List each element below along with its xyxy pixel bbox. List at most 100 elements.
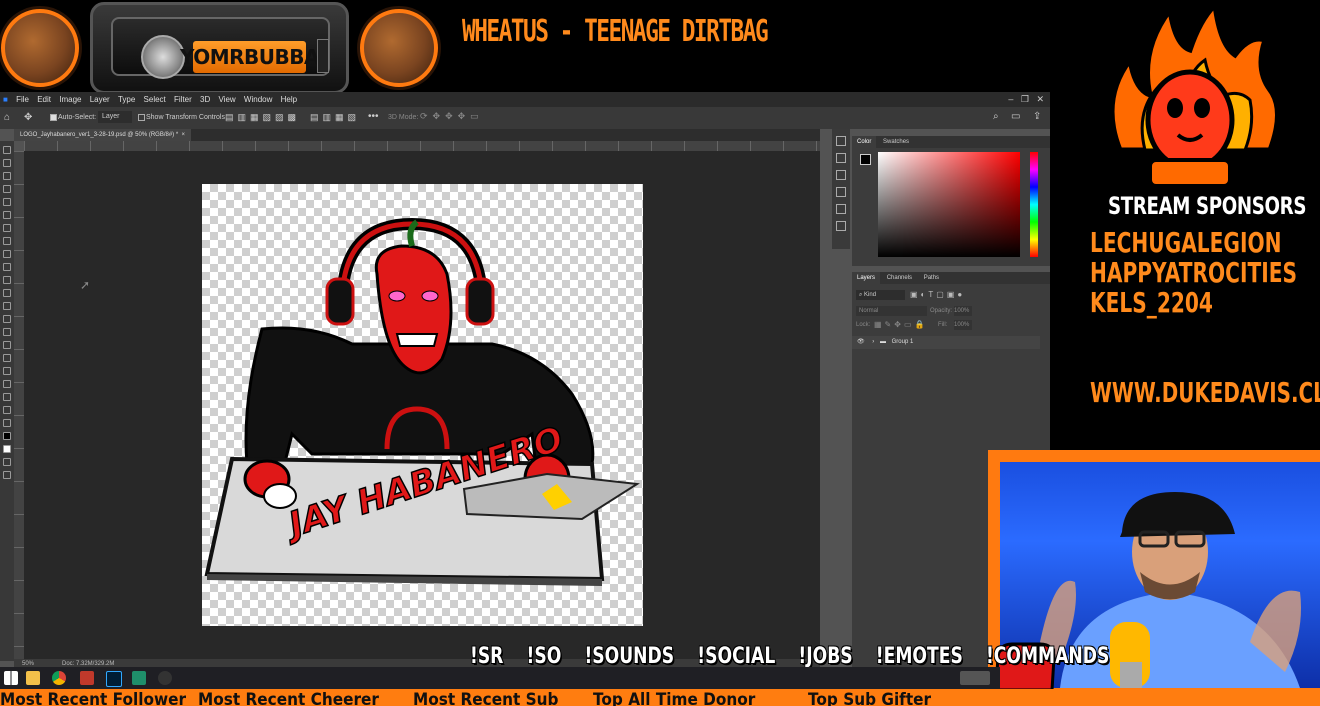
rectangle-tool-icon[interactable]: [3, 380, 11, 388]
dodge-tool-icon[interactable]: [3, 328, 11, 336]
layer-filter-icons[interactable]: ▣◐T▢▣●: [910, 290, 965, 299]
menu-image[interactable]: Image: [56, 92, 84, 107]
foreground-color-swatch[interactable]: [3, 432, 11, 440]
fill-field[interactable]: 100%: [954, 320, 972, 330]
align-icons[interactable]: ▤▥▦▧▨▩: [225, 112, 300, 123]
share-icon[interactable]: ⇪: [1033, 111, 1041, 122]
layer-filter-dropdown[interactable]: ⌕ Kind: [856, 290, 905, 300]
app-icon[interactable]: [80, 671, 94, 685]
pepper-mascot-logo: [1109, 0, 1280, 188]
close-tab-icon[interactable]: ×: [180, 132, 186, 138]
tab-channels[interactable]: Channels: [882, 272, 917, 284]
paragraph-panel-icon[interactable]: [836, 221, 846, 231]
collapsed-panels: [832, 129, 850, 249]
hue-slider[interactable]: [1030, 152, 1038, 257]
home-icon[interactable]: ⌂: [4, 112, 10, 123]
windows-start-icon[interactable]: [4, 671, 18, 685]
menu-file[interactable]: File: [13, 92, 32, 107]
menu-3d[interactable]: 3D: [197, 92, 213, 107]
actions-panel-icon[interactable]: [836, 153, 846, 163]
tab-layers[interactable]: Layers: [852, 272, 881, 284]
move-tool-icon[interactable]: ✥: [24, 112, 32, 123]
app-icon[interactable]: [132, 671, 146, 685]
stamp-tool-icon[interactable]: [3, 263, 11, 271]
ps-logo-icon: ■: [3, 95, 8, 104]
fill-label: Fill:: [938, 322, 948, 328]
brush-tool-icon[interactable]: [3, 250, 11, 258]
distribute-icons[interactable]: ▤▥▦▧: [310, 112, 360, 123]
tab-swatches[interactable]: Swatches: [878, 136, 914, 148]
eraser-tool-icon[interactable]: [3, 289, 11, 297]
gradient-tool-icon[interactable]: [3, 302, 11, 310]
eye-icon[interactable]: 👁: [857, 339, 865, 345]
history-brush-tool-icon[interactable]: [3, 276, 11, 284]
blend-mode-dropdown[interactable]: Normal: [856, 306, 927, 316]
bottom-ticker: Most Recent Follower Most Recent Cheerer…: [0, 689, 1320, 706]
foreground-swatch[interactable]: [860, 154, 871, 165]
ticker-top-sub-gifter: Top Sub Gifter: [808, 690, 932, 706]
3d-mode-icons[interactable]: ⟳✥✥✥▭: [420, 111, 484, 122]
minimize-icon[interactable]: –: [1008, 94, 1013, 104]
brush-panel-icon[interactable]: [836, 170, 846, 180]
history-panel-icon[interactable]: [836, 136, 846, 146]
menu-select[interactable]: Select: [141, 92, 169, 107]
workspace-icon[interactable]: ▭: [1011, 111, 1020, 122]
character-panel-icon[interactable]: [836, 204, 846, 214]
menu-window[interactable]: Window: [241, 92, 275, 107]
blur-tool-icon[interactable]: [3, 315, 11, 323]
menu-type[interactable]: Type: [115, 92, 138, 107]
move-tool-icon[interactable]: [3, 146, 11, 154]
chrome-icon[interactable]: [52, 671, 66, 685]
menu-help[interactable]: Help: [278, 92, 300, 107]
auto-select-target-dropdown[interactable]: Layer: [98, 111, 132, 123]
tray-icons[interactable]: [960, 671, 990, 685]
menu-filter[interactable]: Filter: [171, 92, 195, 107]
healing-tool-icon[interactable]: [3, 237, 11, 245]
tab-paths[interactable]: Paths: [919, 272, 944, 284]
layer-row[interactable]: 👁 › ▬ Group 1: [852, 336, 1040, 349]
opacity-field[interactable]: 100%: [954, 306, 972, 316]
color-field[interactable]: [878, 152, 1020, 257]
screen-mode-icon[interactable]: [3, 471, 11, 479]
lock-icons[interactable]: ▦✎✥▭🔒: [874, 320, 927, 329]
adjustments-panel-icon[interactable]: [836, 187, 846, 197]
menu-bar: ■ File Edit Image Layer Type Select Filt…: [0, 92, 1050, 107]
eyedropper-tool-icon[interactable]: [3, 224, 11, 232]
path-select-tool-icon[interactable]: [3, 367, 11, 375]
quick-select-tool-icon[interactable]: [3, 185, 11, 193]
command-jobs: !JOBS: [798, 644, 853, 669]
sponsor-name: HAPPYATROCITIES: [1090, 256, 1297, 289]
restore-icon[interactable]: ❐: [1021, 94, 1029, 104]
lasso-tool-icon[interactable]: [3, 172, 11, 180]
auto-select-checkbox[interactable]: [50, 114, 57, 121]
app-icon[interactable]: [158, 671, 172, 685]
hand-tool-icon[interactable]: [3, 393, 11, 401]
menu-edit[interactable]: Edit: [34, 92, 54, 107]
document-canvas[interactable]: JAY HABANERO: [202, 184, 643, 626]
more-options-icon[interactable]: •••: [368, 111, 379, 122]
command-sr: !SR: [470, 644, 504, 669]
zoom-tool-icon[interactable]: [3, 406, 11, 414]
chevron-right-icon[interactable]: ›: [872, 339, 874, 345]
menu-view[interactable]: View: [215, 92, 238, 107]
photoshop-taskbar-icon[interactable]: [106, 671, 122, 687]
search-icon[interactable]: ⌕: [993, 111, 999, 122]
marquee-tool-icon[interactable]: [3, 159, 11, 167]
tab-color[interactable]: Color: [852, 136, 877, 148]
document-tab[interactable]: LOGO_Jayhabanero_ver1_3-28-19.psd @ 50% …: [14, 129, 192, 141]
type-tool-icon[interactable]: [3, 354, 11, 362]
auto-select-label: Auto-Select:: [58, 114, 97, 121]
radio-knob-icon: [141, 35, 185, 79]
quick-mask-icon[interactable]: [3, 458, 11, 466]
background-color-swatch[interactable]: [3, 445, 11, 453]
more-tools-icon[interactable]: [3, 419, 11, 427]
file-explorer-icon[interactable]: [26, 671, 40, 685]
pen-tool-icon[interactable]: [3, 341, 11, 349]
crop-tool-icon[interactable]: [3, 198, 11, 206]
close-icon[interactable]: ✕: [1036, 94, 1044, 104]
frame-tool-icon[interactable]: [3, 211, 11, 219]
jay-habanero-artwork: JAY HABANERO: [204, 217, 640, 586]
menu-layer[interactable]: Layer: [87, 92, 113, 107]
show-transform-checkbox[interactable]: [138, 114, 145, 121]
now-playing-title: WHEATUS - TEENAGE DIRTBAG: [462, 14, 769, 49]
